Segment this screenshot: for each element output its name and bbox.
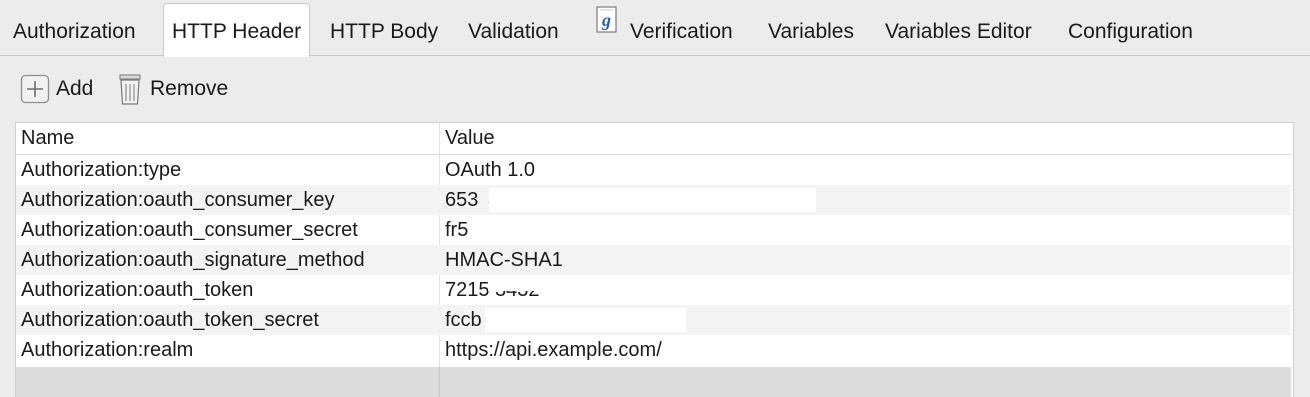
table-row[interactable]: Authorization:realm https://api.example.… xyxy=(16,335,1291,365)
header-value-cell[interactable]: fccb xyxy=(445,305,482,335)
tab-variables[interactable]: Variables xyxy=(768,4,854,55)
redaction-block xyxy=(485,308,686,332)
add-button[interactable]: Add xyxy=(20,72,100,106)
header-name-cell[interactable]: Authorization:oauth_consumer_key xyxy=(21,185,335,215)
add-label: Add xyxy=(56,77,94,100)
column-header-value[interactable]: Value xyxy=(445,123,495,154)
tab-bar: Authorization HTTP Header HTTP Body Vali… xyxy=(0,0,1310,57)
remove-label: Remove xyxy=(150,77,229,100)
table-row[interactable]: Authorization:oauth_consumer_secret fr5 xyxy=(16,215,1291,245)
column-divider xyxy=(439,367,440,397)
tab-http-body[interactable]: HTTP Body xyxy=(330,4,438,55)
table-row[interactable]: Authorization:oauth_token 7215 3432 xyxy=(16,275,1291,305)
table-row[interactable]: Authorization:oauth_token_secret fccb xyxy=(16,305,1291,335)
redaction-block xyxy=(489,188,816,212)
remove-button[interactable]: Remove xyxy=(117,72,257,106)
table-row[interactable]: Authorization:oauth_consumer_key 653 361… xyxy=(16,185,1291,215)
header-value-cell[interactable]: fr5 xyxy=(445,215,468,245)
trash-icon xyxy=(117,74,143,117)
tab-validation[interactable]: Validation xyxy=(468,4,559,55)
tab-verification[interactable]: g Verification xyxy=(596,4,733,55)
table-rows: Authorization:type OAuth 1.0 Authorizati… xyxy=(16,155,1291,365)
plus-box-icon xyxy=(20,74,50,115)
tab-http-header[interactable]: HTTP Header xyxy=(163,3,311,57)
header-table: Name Value Authorization:type OAuth 1.0 … xyxy=(15,122,1294,397)
tab-configuration[interactable]: Configuration xyxy=(1068,4,1193,55)
header-name-cell[interactable]: Authorization:oauth_token xyxy=(21,275,253,305)
tab-verification-label: Verification xyxy=(630,20,733,43)
table-header: Name Value xyxy=(16,123,1291,155)
header-value-cell[interactable]: https://api.example.com/ xyxy=(445,335,662,365)
header-value-cell[interactable]: HMAC-SHA1 xyxy=(445,245,563,275)
redaction-block xyxy=(488,277,868,291)
header-name-cell[interactable]: Authorization:oauth_signature_method xyxy=(21,245,365,275)
tab-authorization[interactable]: Authorization xyxy=(13,4,136,55)
empty-row[interactable] xyxy=(16,367,1291,397)
header-value-cell[interactable]: OAuth 1.0 xyxy=(445,155,535,185)
tab-variables-editor[interactable]: Variables Editor xyxy=(885,4,1032,55)
table-row[interactable]: Authorization:type OAuth 1.0 xyxy=(16,155,1291,185)
header-name-cell[interactable]: Authorization:oauth_token_secret xyxy=(21,305,319,335)
header-name-cell[interactable]: Authorization:realm xyxy=(21,335,193,365)
header-name-cell[interactable]: Authorization:type xyxy=(21,155,181,185)
svg-text:g: g xyxy=(601,10,611,30)
table-row[interactable]: Authorization:oauth_signature_method HMA… xyxy=(16,245,1291,275)
groovy-script-icon: g xyxy=(596,0,618,56)
column-header-name[interactable]: Name xyxy=(21,123,74,154)
header-name-cell[interactable]: Authorization:oauth_consumer_secret xyxy=(21,215,358,245)
